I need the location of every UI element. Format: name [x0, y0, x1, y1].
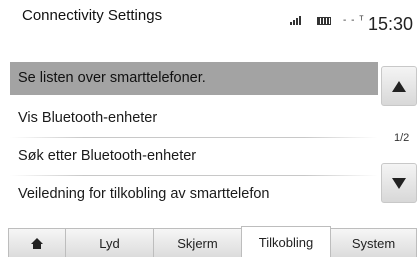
page-title: Connectivity Settings: [22, 7, 163, 24]
tab-system[interactable]: System: [330, 228, 417, 257]
arrow-up-icon: [392, 80, 406, 92]
scroll-up-button[interactable]: [381, 66, 417, 106]
divider: [10, 175, 378, 176]
tab-home[interactable]: [8, 228, 66, 257]
status-indicators: - - ᵀ: [290, 15, 365, 26]
page-indicator: 1/2: [394, 132, 410, 144]
menu-item-smartphone-list[interactable]: Se listen over smarttelefoner.: [10, 62, 378, 95]
signal-strength-icon: [290, 16, 306, 26]
tab-skjerm[interactable]: Skjerm: [153, 228, 242, 257]
clock: 15:30: [367, 14, 413, 34]
scroll-down-button[interactable]: [381, 163, 417, 203]
menu-item-show-bluetooth-devices[interactable]: Vis Bluetooth-enheter: [10, 102, 378, 135]
tab-bar: Lyd Skjerm Tilkobling System: [8, 226, 417, 257]
tab-lyd[interactable]: Lyd: [65, 228, 154, 257]
battery-icon: [316, 16, 331, 25]
divider: [10, 137, 378, 138]
home-icon: [31, 237, 43, 249]
menu-item-search-bluetooth-devices[interactable]: Søk etter Bluetooth-enheter: [10, 140, 378, 173]
menu-item-smartphone-connection-guide[interactable]: Veiledning for tilkobling av smarttelefo…: [10, 178, 378, 211]
settings-menu: Se listen over smarttelefoner. Vis Bluet…: [10, 62, 378, 222]
network-status: - - ᵀ: [343, 15, 365, 27]
status-header: Connectivity Settings - - ᵀ 15:30: [0, 0, 417, 42]
tab-tilkobling[interactable]: Tilkobling: [241, 226, 331, 257]
arrow-down-icon: [392, 177, 406, 189]
